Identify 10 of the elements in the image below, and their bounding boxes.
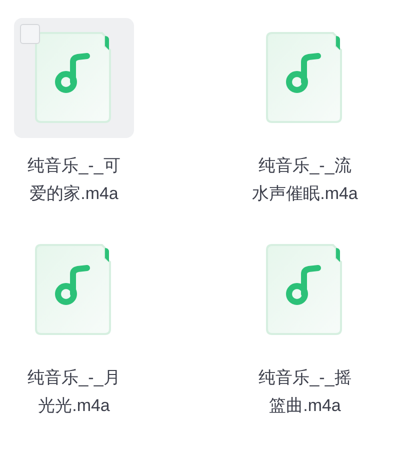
music-file-icon (35, 32, 113, 124)
music-file-icon (266, 244, 344, 336)
file-name: 纯音乐_-_可爱的家.m4a (26, 155, 122, 205)
checkbox[interactable] (20, 24, 40, 44)
file-name: 纯音乐_-_流水声催眠.m4a (252, 155, 358, 205)
music-file-icon (35, 244, 113, 336)
music-file-icon (266, 32, 344, 124)
file-name: 纯音乐_-_月光光.m4a (26, 367, 122, 417)
file-name: 纯音乐_-_摇篮曲.m4a (258, 367, 352, 417)
file-tile-highlight[interactable] (14, 18, 134, 138)
